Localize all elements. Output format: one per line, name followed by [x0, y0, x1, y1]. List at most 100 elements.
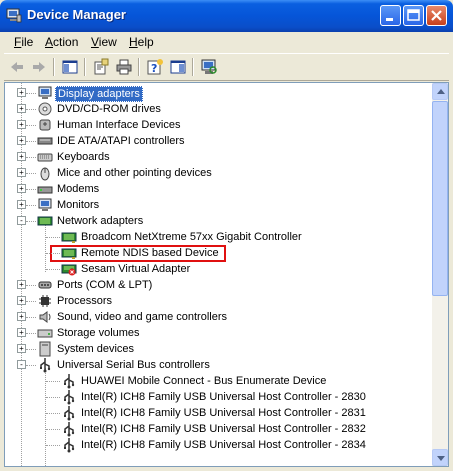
tree-item-label[interactable]: Mice and other pointing devices	[55, 166, 214, 180]
tree-child-item[interactable]: Intel(R) ICH8 Family USB Universal Host …	[5, 421, 433, 437]
expand-toggle[interactable]: +	[17, 88, 26, 97]
tree-child-item[interactable]: Broadcom NetXtreme 57xx Gigabit Controll…	[5, 229, 433, 245]
tree-child-item[interactable]: Intel(R) ICH8 Family USB Universal Host …	[5, 389, 433, 405]
menu-action[interactable]: Action	[45, 35, 78, 49]
expand-toggle[interactable]: +	[17, 200, 26, 209]
expand-toggle[interactable]: +	[17, 280, 26, 289]
tree-category-item[interactable]: - Universal Serial Bus controllers	[5, 357, 433, 373]
tree-item-label[interactable]: Universal Serial Bus controllers	[55, 358, 212, 372]
network-adapter-icon	[37, 216, 53, 226]
maximize-button[interactable]	[403, 5, 424, 26]
tree-item-label[interactable]: DVD/CD-ROM drives	[55, 102, 163, 116]
tree-category-item[interactable]: + Processors	[5, 293, 433, 309]
title-bar[interactable]: Device Manager	[0, 0, 453, 32]
scroll-up-button[interactable]	[432, 83, 448, 100]
close-button[interactable]	[426, 5, 447, 26]
tree-category-item[interactable]: + Display adapters	[5, 85, 433, 102]
tree-category-item[interactable]: + Mice and other pointing devices	[5, 165, 433, 181]
tree-category-item[interactable]: + Human Interface Devices	[5, 117, 433, 133]
expand-toggle[interactable]: +	[17, 152, 26, 161]
vertical-scrollbar[interactable]	[432, 83, 448, 466]
tree-category-item[interactable]: + Keyboards	[5, 149, 433, 165]
expand-toggle[interactable]: +	[17, 296, 26, 305]
menu-file[interactable]: File	[14, 35, 33, 49]
tree-item-label[interactable]: Sesam Virtual Adapter	[79, 262, 192, 276]
tree-category-item[interactable]: + Monitors	[5, 197, 433, 213]
tree-line	[26, 125, 36, 127]
tree-category-item[interactable]: + Modems	[5, 181, 433, 197]
tree-category-item[interactable]: + DVD/CD-ROM drives	[5, 101, 433, 117]
usb-icon	[40, 358, 51, 373]
tree-item-label[interactable]: Network adapters	[55, 214, 145, 228]
show-hide-action-pane-icon[interactable]	[169, 58, 187, 76]
tree-item-label[interactable]: HUAWEI Mobile Connect - Bus Enumerate De…	[79, 374, 328, 388]
tree-category-item[interactable]: + IDE ATA/ATAPI controllers	[5, 133, 433, 149]
expand-toggle[interactable]: +	[17, 104, 26, 113]
tree-line	[46, 397, 60, 399]
expand-toggle[interactable]: +	[17, 328, 26, 337]
menu-view[interactable]: View	[91, 35, 117, 49]
minimize-button[interactable]	[380, 5, 401, 26]
device-tree-pane[interactable]: + Display adapters + DVD/CD-ROM drives + Huma…	[4, 82, 449, 467]
tree-item-label[interactable]: Human Interface Devices	[55, 118, 183, 132]
tree-child-item[interactable]: HUAWEI Mobile Connect - Bus Enumerate De…	[5, 373, 433, 389]
tree-category-item[interactable]: + System devices	[5, 341, 433, 357]
forward-arrow-icon[interactable]	[30, 58, 48, 76]
collapse-toggle[interactable]: -	[17, 360, 26, 369]
show-hide-tree-icon[interactable]	[61, 58, 79, 76]
tree-item-label[interactable]: Intel(R) ICH8 Family USB Universal Host …	[79, 390, 368, 404]
tree-item-label[interactable]: System devices	[55, 342, 136, 356]
device-tree[interactable]: + Display adapters + DVD/CD-ROM drives + Huma…	[5, 83, 433, 466]
usb-icon	[64, 422, 75, 437]
menu-help[interactable]: Help	[129, 35, 154, 49]
tree-child-item[interactable]: Intel(R) ICH8 Family USB Universal Host …	[5, 437, 433, 453]
scan-hardware-icon[interactable]	[200, 58, 218, 76]
scrollbar-thumb[interactable]	[432, 101, 448, 296]
tree-line	[26, 157, 36, 159]
tree-item-label[interactable]: Intel(R) ICH8 Family USB Universal Host …	[79, 422, 368, 436]
help-icon[interactable]: ?	[146, 58, 164, 76]
tree-item-label[interactable]: Ports (COM & LPT)	[55, 278, 154, 292]
expand-toggle[interactable]: +	[17, 312, 26, 321]
tree-line	[46, 429, 60, 431]
tree-category-item[interactable]: + Storage volumes	[5, 325, 433, 341]
tree-item-label[interactable]: Keyboards	[55, 150, 112, 164]
expand-toggle[interactable]: +	[17, 184, 26, 193]
properties-icon[interactable]	[92, 58, 110, 76]
minimize-icon	[386, 18, 393, 21]
tree-item-label[interactable]: Sound, video and game controllers	[55, 310, 229, 324]
expand-toggle[interactable]: +	[17, 168, 26, 177]
hid-device-icon	[39, 119, 51, 131]
expand-toggle[interactable]: +	[17, 120, 26, 129]
tree-item-label[interactable]: Modems	[55, 182, 101, 196]
tree-item-label[interactable]: Broadcom NetXtreme 57xx Gigabit Controll…	[79, 230, 304, 244]
tree-item-label[interactable]: Intel(R) ICH8 Family USB Universal Host …	[79, 406, 368, 420]
collapse-toggle[interactable]: -	[17, 216, 26, 225]
tree-item-label[interactable]: Storage volumes	[55, 326, 142, 340]
tree-item-label[interactable]: Processors	[55, 294, 114, 308]
tree-category-item[interactable]: + Sound, video and game controllers	[5, 309, 433, 325]
tree-child-item[interactable]: Remote NDIS based Device	[5, 245, 433, 261]
print-icon[interactable]	[115, 58, 133, 76]
tree-line	[46, 445, 60, 447]
network-card-icon	[61, 232, 77, 243]
expand-toggle[interactable]: +	[17, 344, 26, 353]
tree-category-item[interactable]: - Network adapters	[5, 213, 433, 229]
tree-item-label[interactable]: Intel(R) ICH8 Family USB Universal Host …	[79, 438, 368, 452]
tree-child-item[interactable]: Intel(R) ICH8 Family USB Universal Host …	[5, 405, 433, 421]
tree-category-item[interactable]: + Ports (COM & LPT)	[5, 277, 433, 293]
system-device-icon	[39, 341, 51, 357]
tree-item-label[interactable]: Remote NDIS based Device	[79, 246, 221, 260]
usb-icon	[64, 390, 75, 405]
scroll-down-button[interactable]	[432, 449, 448, 466]
back-arrow-icon[interactable]	[8, 58, 26, 76]
expand-toggle[interactable]: +	[17, 136, 26, 145]
tree-item-label[interactable]: IDE ATA/ATAPI controllers	[55, 134, 187, 148]
tree-line	[26, 221, 36, 223]
usb-icon	[64, 374, 75, 389]
svg-text:?: ?	[151, 62, 157, 75]
tree-item-label[interactable]: Display adapters	[55, 86, 143, 102]
tree-item-label[interactable]: Monitors	[55, 198, 101, 212]
tree-child-item[interactable]: Sesam Virtual Adapter	[5, 261, 433, 277]
tree-line	[26, 285, 36, 287]
